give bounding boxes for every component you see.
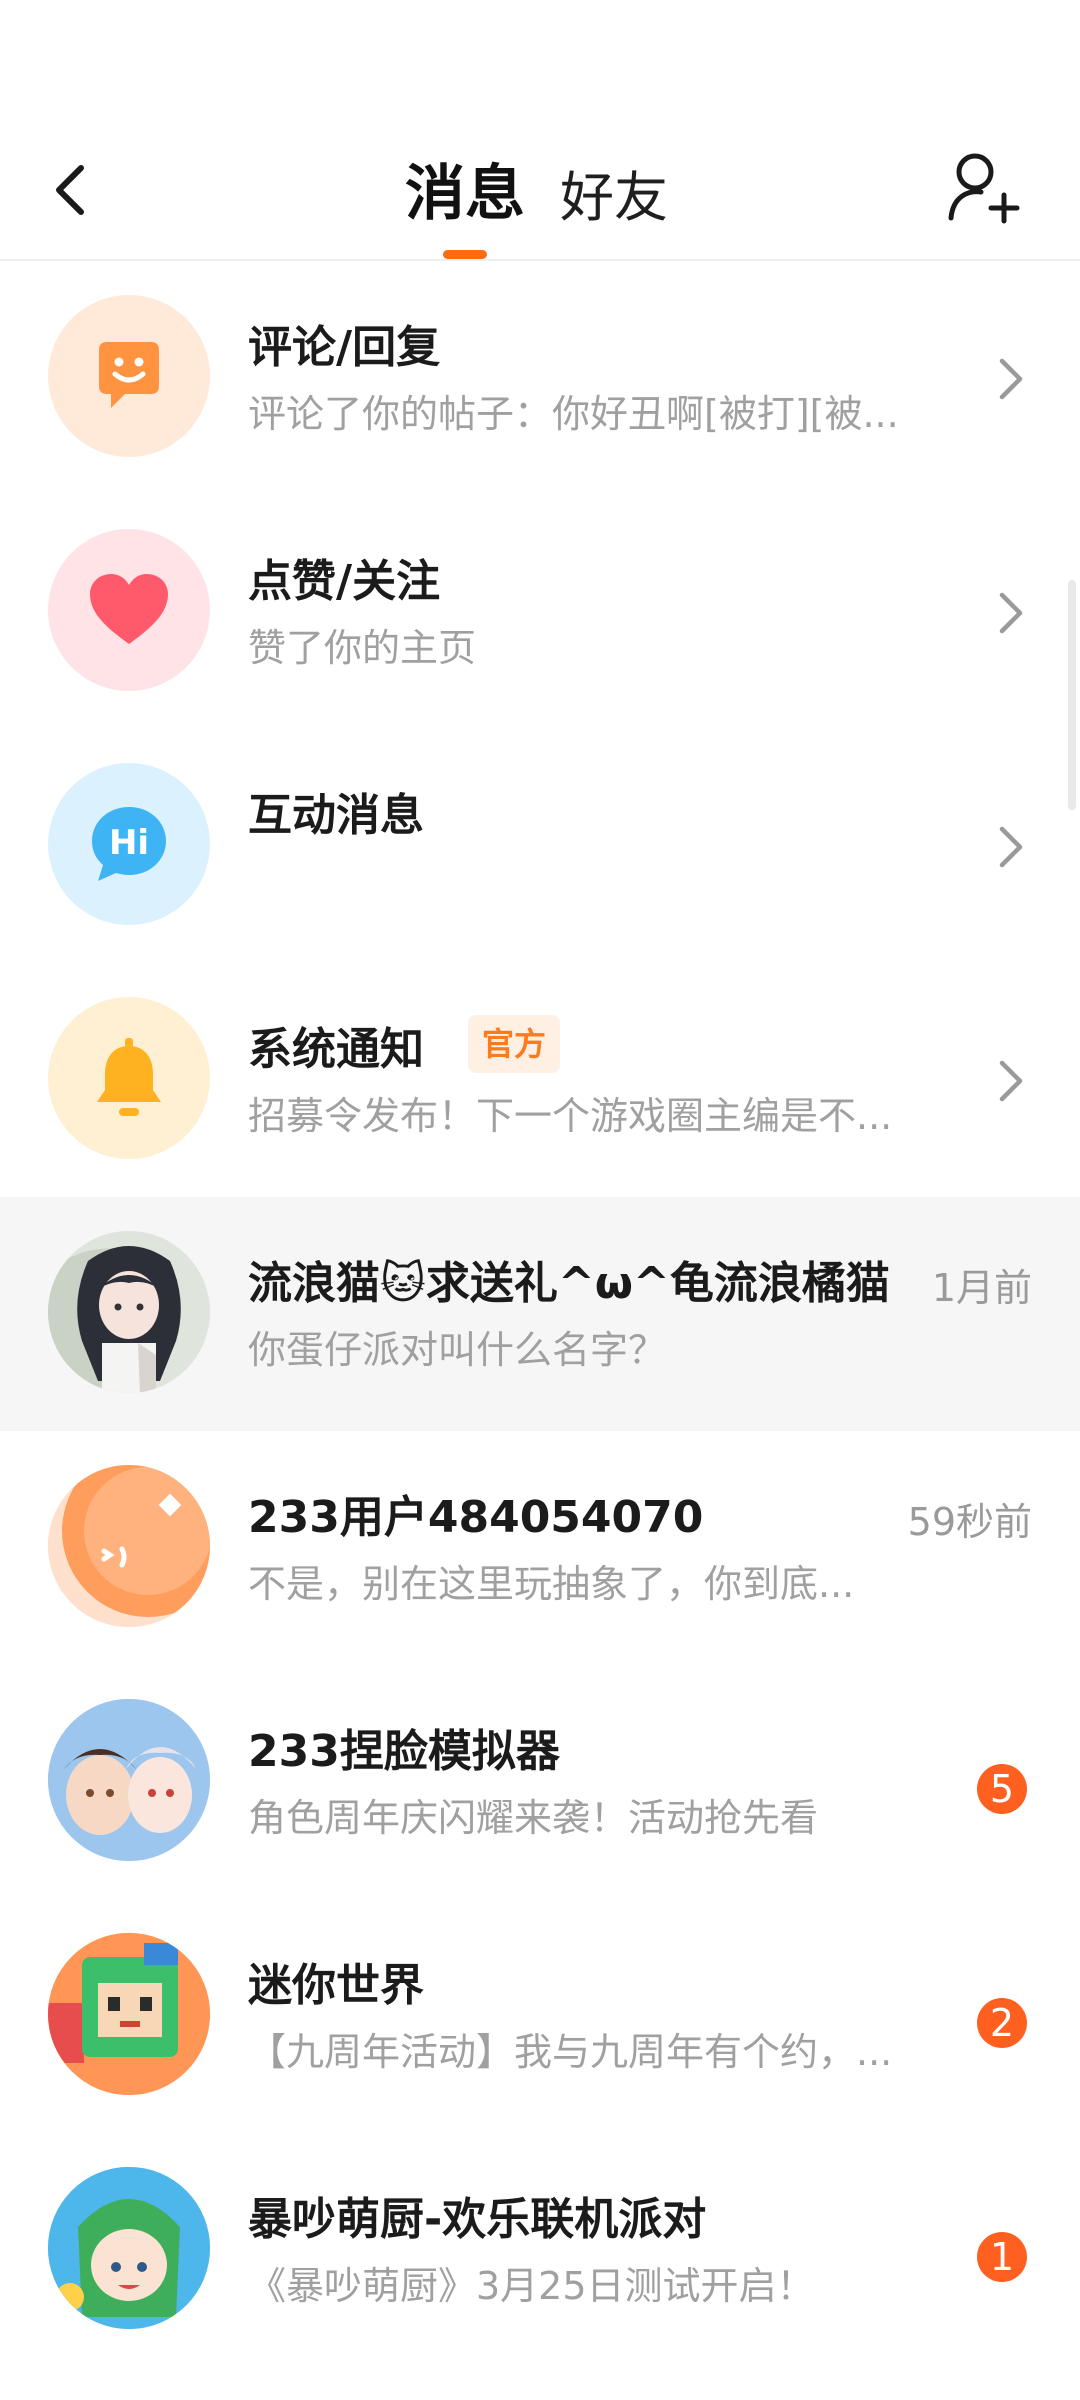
- conversation-item[interactable]: 暴吵萌厨-欢乐联机派对 1 《暴吵萌厨》3月25日测试开启！: [0, 2133, 1080, 2367]
- chevron-right-icon: [999, 592, 1023, 634]
- bell-icon: [97, 1038, 161, 1116]
- active-tab-indicator: [443, 250, 487, 259]
- cooking-game-avatar-art: [48, 2167, 210, 2329]
- cooking-game-avatar: [48, 2167, 210, 2329]
- message-list: 评论/回复 评论了你的帖子：你好丑啊[被打][被... 点赞/关注 赞了你的主页…: [0, 261, 1080, 2367]
- conversation-item[interactable]: 233捏脸模拟器 5 角色周年庆闪耀来袭！活动抢先看: [0, 1665, 1080, 1899]
- conversation-preview: 角色周年庆闪耀来袭！活动抢先看: [248, 1796, 819, 1840]
- hi-bubble-icon: Hi: [92, 807, 166, 881]
- back-button[interactable]: [40, 150, 100, 230]
- mini-world-avatar-art: [48, 1933, 210, 2095]
- item-title: 互动消息: [248, 790, 424, 841]
- unread-badge: 1: [977, 2232, 1027, 2282]
- item-subtitle: 赞了你的主页: [248, 626, 477, 670]
- scrollbar-thumb[interactable]: [1068, 580, 1076, 810]
- add-user-icon: [948, 153, 1020, 224]
- heart-icon: [90, 574, 168, 644]
- notice-category-avatar: [48, 997, 210, 1159]
- anime-girl-avatar-art: [48, 1231, 210, 1393]
- conversation-name: 流浪猫🐱求送礼^ω^龟流浪橘猫: [248, 1258, 890, 1309]
- chevron-right-icon: [999, 358, 1023, 400]
- chevron-right-icon: [999, 826, 1023, 868]
- conversation-time: 59秒前: [907, 1500, 1032, 1544]
- default-avatar-art: [48, 1465, 210, 1627]
- item-title: 点赞/关注: [248, 556, 441, 607]
- unread-badge: 5: [977, 1764, 1027, 1814]
- conversation-name: 233捏脸模拟器: [248, 1726, 560, 1777]
- anime-girl-avatar: [48, 1231, 210, 1393]
- list-item-system-notice[interactable]: 系统通知 官方 招募令发布！下一个游戏圈主编是不...: [0, 963, 1080, 1197]
- game-face-avatar: [48, 1699, 210, 1861]
- conversation-name: 233用户484054070: [248, 1492, 704, 1543]
- likes-category-avatar: [48, 529, 210, 691]
- conversation-item[interactable]: 233用户484054070 59秒前 不是，别在这里玩抽象了，你到底...: [0, 1431, 1080, 1665]
- conversation-preview: 【九周年活动】我与九周年有个约，...: [248, 2030, 893, 2074]
- svg-text:Hi: Hi: [109, 823, 149, 863]
- conversation-preview: 你蛋仔派对叫什么名字？: [248, 1328, 667, 1372]
- comment-category-avatar: [48, 295, 210, 457]
- chevron-left-icon: [56, 165, 84, 215]
- top-bar: 消息 好友: [0, 0, 1080, 261]
- tab-messages[interactable]: 消息: [400, 145, 530, 232]
- official-tag: 官方: [468, 1015, 561, 1073]
- list-item-interactions[interactable]: Hi 互动消息: [0, 729, 1080, 963]
- conversation-name: 暴吵萌厨-欢乐联机派对: [248, 2194, 707, 2245]
- chevron-right-icon: [999, 1060, 1023, 1102]
- item-title: 评论/回复: [248, 322, 441, 373]
- conversation-preview: 《暴吵萌厨》3月25日测试开启！: [248, 2264, 815, 2308]
- conversation-name: 迷你世界: [248, 1960, 424, 2011]
- mini-world-avatar: [48, 1933, 210, 2095]
- add-friend-button[interactable]: [945, 148, 1025, 228]
- item-title: 系统通知: [248, 1024, 424, 1075]
- list-item-likes-follows[interactable]: 点赞/关注 赞了你的主页: [0, 495, 1080, 729]
- conversation-item[interactable]: 流浪猫🐱求送礼^ω^龟流浪橘猫 1月前 你蛋仔派对叫什么名字？: [0, 1197, 1080, 1431]
- default-orange-avatar: [48, 1465, 210, 1627]
- interaction-category-avatar: Hi: [48, 763, 210, 925]
- item-subtitle: 招募令发布！下一个游戏圈主编是不...: [248, 1094, 893, 1138]
- game-face-avatar-art: [48, 1699, 210, 1861]
- tab-friends[interactable]: 好友: [560, 153, 668, 232]
- conversation-preview: 不是，别在这里玩抽象了，你到底...: [248, 1562, 855, 1606]
- list-item-comments[interactable]: 评论/回复 评论了你的帖子：你好丑啊[被打][被...: [0, 261, 1080, 495]
- conversation-time: 1月前: [931, 1266, 1032, 1310]
- smile-chat-icon: [99, 342, 159, 408]
- conversation-item[interactable]: 迷你世界 2 【九周年活动】我与九周年有个约，...: [0, 1899, 1080, 2133]
- unread-badge: 2: [977, 1998, 1027, 2048]
- item-subtitle: 评论了你的帖子：你好丑啊[被打][被...: [248, 392, 899, 436]
